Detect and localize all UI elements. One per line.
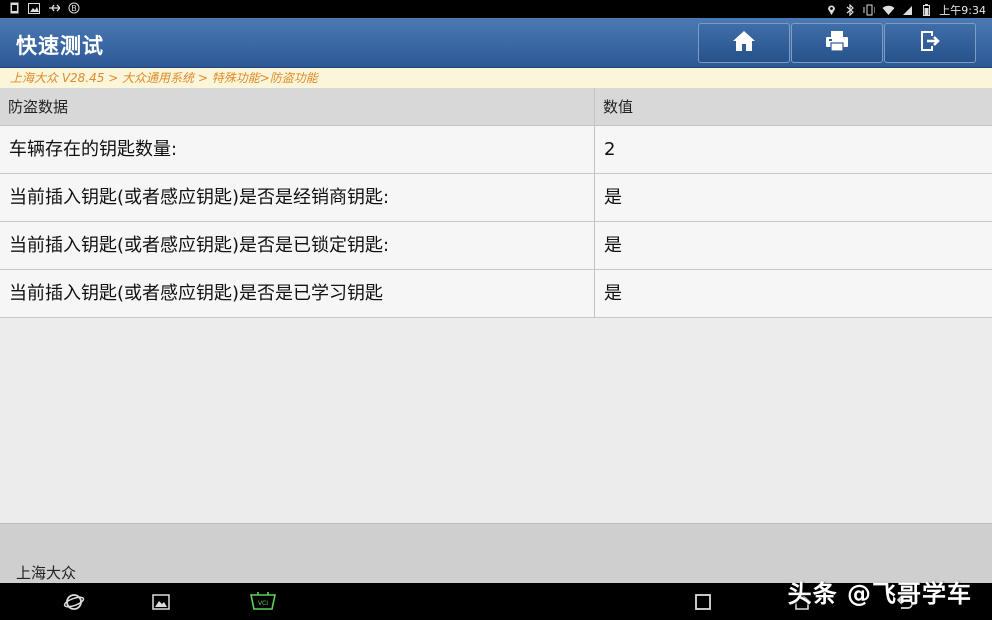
column-header-name: 防盗数据: [8, 98, 69, 116]
table-row[interactable]: 车辆存在的钥匙数量: 2: [0, 126, 992, 174]
table-row[interactable]: 当前插入钥匙(或者感应钥匙)是否是已学习钥匙 是: [0, 270, 992, 318]
status-bar: B 上午9:34: [0, 0, 992, 18]
svg-text:VCI: VCI: [258, 600, 268, 607]
home-icon: [731, 29, 757, 57]
row-name: 当前插入钥匙(或者感应钥匙)是否是已锁定钥匙:: [9, 235, 390, 256]
table-row[interactable]: 当前插入钥匙(或者感应钥匙)是否是经销商钥匙: 是: [0, 174, 992, 222]
data-table: 防盗数据 数值 车辆存在的钥匙数量: 2 当前插入钥匙(或者感应钥匙)是否是经销…: [0, 88, 992, 523]
row-value: 是: [604, 283, 622, 304]
location-icon: [825, 4, 837, 16]
exit-button[interactable]: [884, 23, 976, 63]
column-header-value: 数值: [603, 98, 634, 116]
footer-label: 上海大众: [16, 564, 77, 582]
usb-debug-icon: [48, 2, 60, 14]
breadcrumb: 上海大众 V28.45 > 大众通用系统 > 特殊功能>防盗功能: [0, 68, 992, 88]
gallery-icon[interactable]: [150, 591, 172, 613]
table-header: 防盗数据 数值: [0, 88, 992, 126]
home-button[interactable]: [698, 23, 790, 63]
status-time: 上午9:34: [939, 4, 986, 17]
vci-icon[interactable]: VCI: [249, 591, 277, 613]
watermark: 头条 @飞哥学车: [787, 580, 972, 608]
row-name: 当前插入钥匙(或者感应钥匙)是否是已学习钥匙: [9, 283, 384, 304]
bug-icon: B: [68, 2, 80, 14]
row-value: 2: [604, 139, 616, 160]
sim-icon: [8, 2, 20, 14]
recent-apps-icon[interactable]: [692, 591, 714, 613]
svg-text:B: B: [71, 4, 77, 13]
row-name: 车辆存在的钥匙数量:: [9, 139, 178, 160]
wifi-icon: [882, 4, 895, 16]
bluetooth-icon: [844, 4, 856, 16]
app-title-bar: 快速测试: [0, 18, 992, 68]
table-row[interactable]: 当前插入钥匙(或者感应钥匙)是否是已锁定钥匙: 是: [0, 222, 992, 270]
column-divider: [594, 88, 595, 318]
vibrate-icon: [863, 4, 876, 16]
row-value: 是: [604, 187, 622, 208]
battery-icon: [920, 4, 932, 16]
row-value: 是: [604, 235, 622, 256]
row-name: 当前插入钥匙(或者感应钥匙)是否是经销商钥匙:: [9, 187, 390, 208]
print-icon: [824, 29, 850, 57]
page-title: 快速测试: [16, 34, 104, 58]
exit-icon: [917, 29, 943, 57]
browser-icon[interactable]: [63, 591, 85, 613]
image-icon: [28, 2, 40, 14]
print-button[interactable]: [791, 23, 883, 63]
signal-icon: [901, 4, 913, 16]
